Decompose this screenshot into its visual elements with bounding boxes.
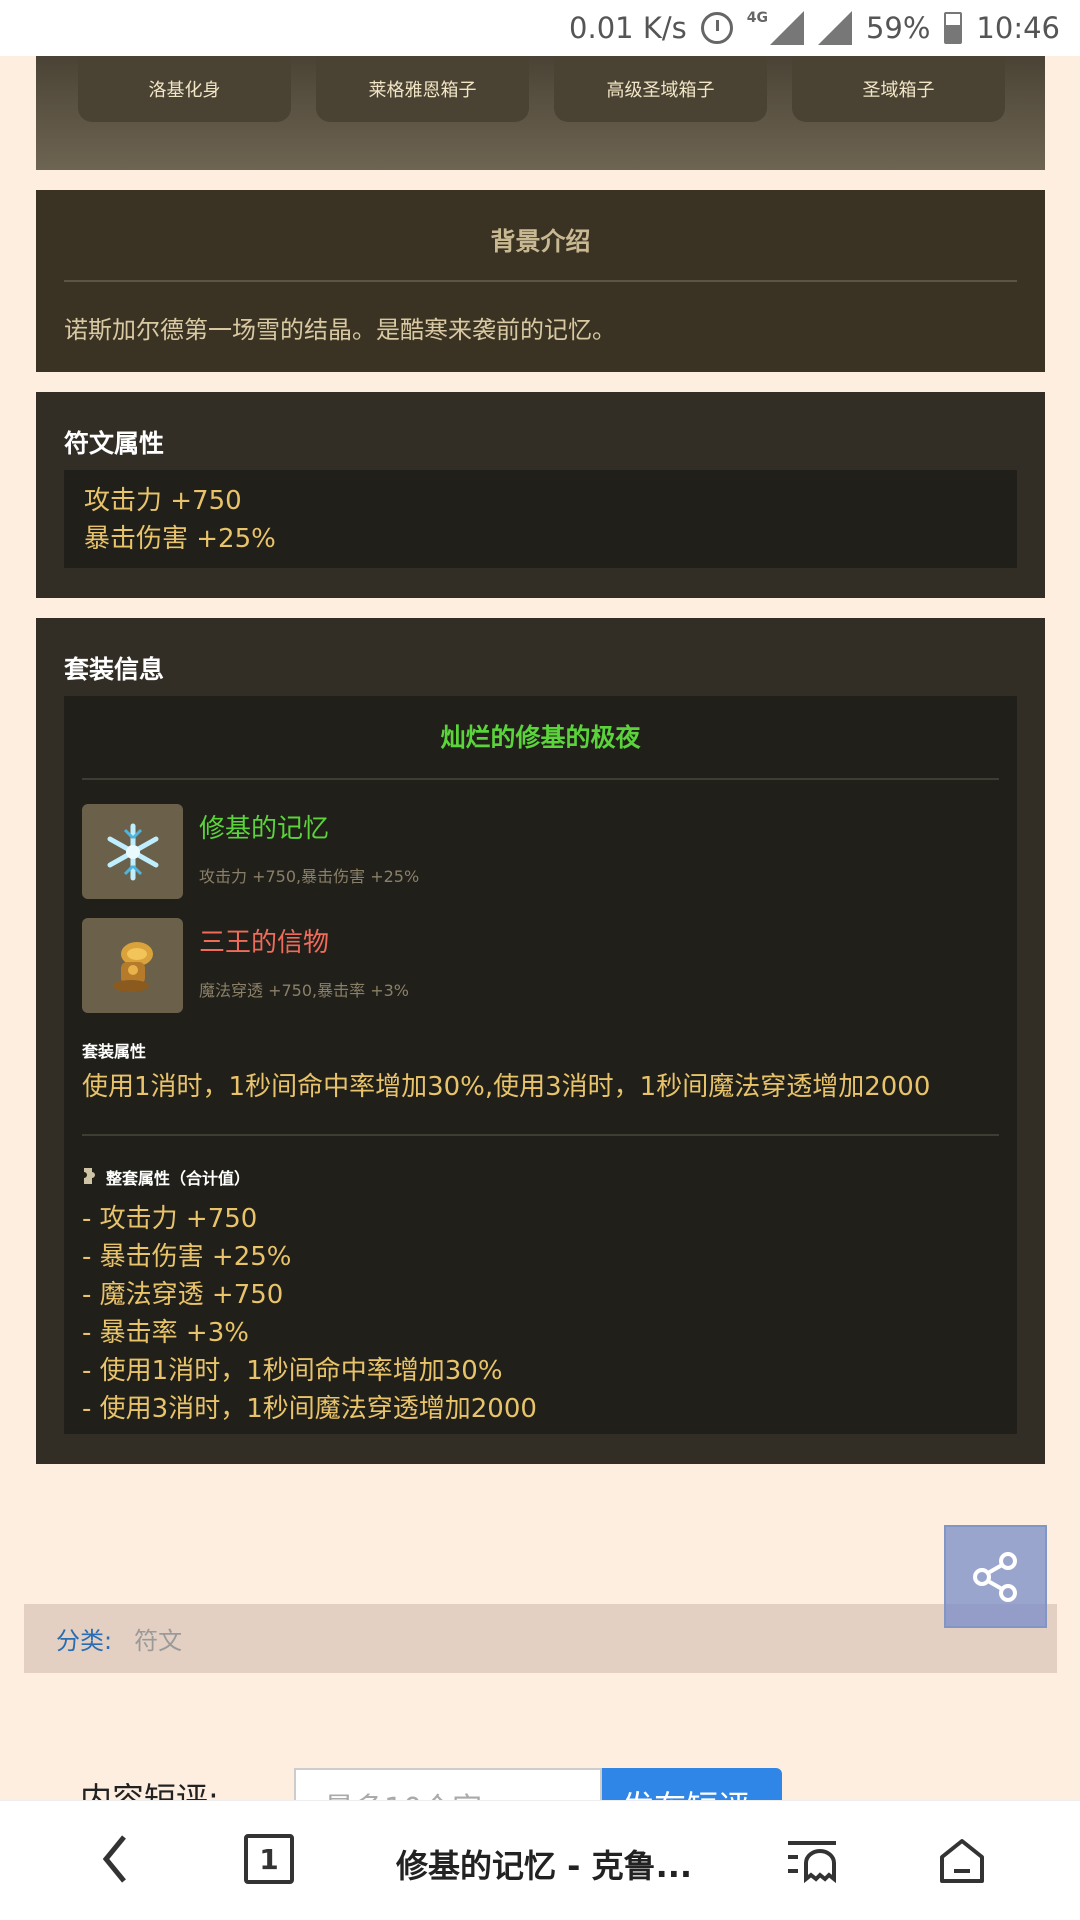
divider xyxy=(64,280,1017,282)
signal-icon xyxy=(769,11,804,45)
set-attr-text: 使用1消时，1秒间命中率增加30%,使用3消时，1秒间魔法穿透增加2000 xyxy=(82,1072,931,1102)
total-attr-item: - 暴击伤害 +25% xyxy=(82,1242,292,1272)
network-type: 4G xyxy=(746,10,768,26)
clock: 10:46 xyxy=(976,11,1060,45)
background-text: 诺斯加尔德第一场雪的结晶。是酷寒来袭前的记忆。 xyxy=(64,316,616,344)
golden-statue-icon xyxy=(82,918,183,1013)
signal-icon-2 xyxy=(817,11,852,45)
piece-name: 修基的记忆 xyxy=(199,814,330,844)
rune-stat: 攻击力 +750 xyxy=(84,486,242,516)
total-attr-item: - 使用1消时，1秒间命中率增加30% xyxy=(82,1356,503,1386)
battery-percent: 59% xyxy=(865,11,931,45)
set-panel: 套装信息 灿烂的修基的极夜 修基的记忆 攻击力 +750,暴击伤害 +25% 三… xyxy=(36,618,1045,1464)
total-attr-item: - 攻击力 +750 xyxy=(82,1204,258,1234)
total-attr-list: - 攻击力 +750 - 暴击伤害 +25% - 魔法穿透 +750 - 暴击率… xyxy=(82,1200,537,1428)
rune-panel: 符文属性 攻击力 +750 暴击伤害 +25% xyxy=(36,392,1045,598)
page-title[interactable]: 修基的记忆 - 克鲁... xyxy=(396,1841,692,1887)
network-speed: 0.01 K/s xyxy=(569,11,687,45)
total-attr-item: - 魔法穿透 +750 xyxy=(82,1280,284,1310)
total-attr-header: 整套属性（合计值） xyxy=(82,1164,250,1190)
share-button[interactable] xyxy=(944,1525,1047,1628)
rune-stat: 暴击伤害 +25% xyxy=(84,524,276,554)
background-panel: 背景介绍 诺斯加尔德第一场雪的结晶。是酷寒来袭前的记忆。 xyxy=(36,190,1045,372)
back-icon[interactable] xyxy=(100,1831,130,1900)
source-button-2[interactable]: 莱格雅恩箱子 xyxy=(316,56,529,122)
status-bar: 0.01 K/s 4G 59% 10:46 xyxy=(0,0,1080,56)
background-title: 背景介绍 xyxy=(490,227,591,256)
category-bar: 分类: 符文 xyxy=(24,1604,1057,1673)
set-title: 套装信息 xyxy=(64,655,165,684)
rune-stats-box: 攻击力 +750 暴击伤害 +25% xyxy=(64,470,1017,568)
set-piece[interactable]: 修基的记忆 攻击力 +750,暴击伤害 +25% xyxy=(82,804,419,899)
divider xyxy=(82,1134,999,1136)
snowflake-icon xyxy=(82,804,183,899)
total-attr-label: 整套属性（合计值） xyxy=(106,1169,251,1188)
browser-bottom-bar: 1 修基的记忆 - 克鲁... xyxy=(0,1800,1080,1920)
source-button-1[interactable]: 洛基化身 xyxy=(78,56,291,122)
total-attr-item: - 暴击率 +3% xyxy=(82,1318,249,1348)
source-button-4[interactable]: 圣域箱子 xyxy=(792,56,1005,122)
source-button-3[interactable]: 高级圣域箱子 xyxy=(554,56,767,122)
divider xyxy=(82,778,999,780)
piece-name: 三王的信物 xyxy=(199,928,330,958)
piece-stats: 攻击力 +750,暴击伤害 +25% xyxy=(199,867,420,886)
total-attr-item: - 使用3消时，1秒间魔法穿透增加2000 xyxy=(82,1394,537,1424)
category-label: 分类: xyxy=(56,1627,113,1655)
alarm-icon xyxy=(700,12,733,44)
set-box: 灿烂的修基的极夜 修基的记忆 攻击力 +750,暴击伤害 +25% 三王的信物 … xyxy=(64,696,1017,1434)
share-icon xyxy=(972,1551,1017,1602)
set-name: 灿烂的修基的极夜 xyxy=(440,723,641,752)
reader-mode-icon[interactable] xyxy=(784,1835,840,1889)
category-link[interactable]: 符文 xyxy=(134,1621,182,1656)
home-icon[interactable] xyxy=(936,1835,988,1891)
set-attr-label: 套装属性 xyxy=(82,1042,147,1061)
set-piece[interactable]: 三王的信物 魔法穿透 +750,暴击率 +3% xyxy=(82,918,409,1013)
battery-icon xyxy=(944,12,963,44)
rune-title: 符文属性 xyxy=(64,429,165,458)
source-box: 洛基化身 莱格雅恩箱子 高级圣域箱子 圣域箱子 xyxy=(36,56,1045,170)
puzzle-icon xyxy=(84,1168,95,1184)
tabs-button[interactable]: 1 xyxy=(244,1834,294,1884)
piece-stats: 魔法穿透 +750,暴击率 +3% xyxy=(199,981,409,1000)
